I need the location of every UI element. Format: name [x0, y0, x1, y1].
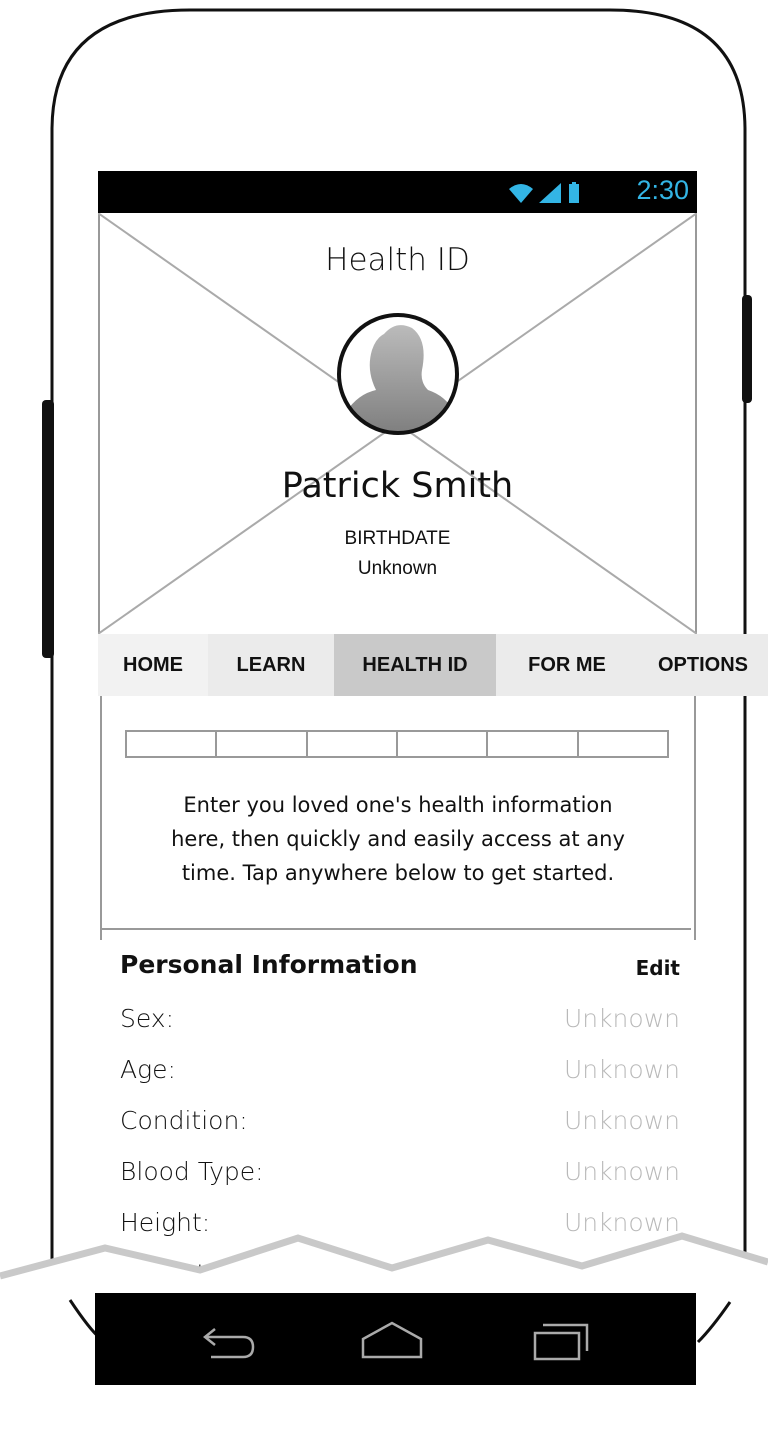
- battery-icon: [569, 182, 579, 203]
- back-icon[interactable]: [193, 1311, 263, 1367]
- content-border: [694, 696, 696, 940]
- info-label: Sex:: [120, 1004, 175, 1033]
- info-label: Age:: [120, 1055, 176, 1084]
- tab-bar: HOME LEARN HEALTH ID FOR ME OPTIONS: [98, 634, 768, 696]
- progress-segments: [125, 730, 669, 758]
- progress-segment[interactable]: [579, 732, 667, 756]
- info-value: Unknown: [563, 1157, 680, 1186]
- section-title: Personal Information: [120, 950, 418, 979]
- info-value: Unknown: [563, 1055, 680, 1084]
- intro-line: time. Tap anywhere below to get started.: [181, 861, 615, 885]
- home-icon[interactable]: [357, 1311, 427, 1367]
- progress-segment[interactable]: [398, 732, 489, 756]
- intro-line: here, then quickly and easily access at …: [171, 827, 625, 851]
- tab-options[interactable]: OPTIONS: [638, 634, 768, 696]
- content-border: [100, 696, 102, 940]
- progress-segment[interactable]: [127, 732, 218, 756]
- progress-segment[interactable]: [308, 732, 398, 756]
- info-label: Condition:: [120, 1106, 248, 1135]
- info-row-age[interactable]: Age: Unknown: [120, 1055, 680, 1095]
- progress-segment[interactable]: [488, 732, 579, 756]
- recents-icon[interactable]: [525, 1311, 595, 1367]
- info-label: Blood Type:: [120, 1157, 264, 1186]
- avatar-placeholder-icon[interactable]: [336, 312, 460, 436]
- tab-for-me[interactable]: FOR ME: [496, 634, 638, 696]
- intro-line: Enter you loved one's health information: [183, 793, 613, 817]
- edit-button[interactable]: Edit: [590, 956, 680, 980]
- power-button: [742, 295, 752, 403]
- signal-icon: [539, 183, 561, 203]
- volume-button: [42, 400, 54, 658]
- intro-text: Enter you loved one's health information…: [118, 788, 678, 890]
- info-row-condition[interactable]: Condition: Unknown: [120, 1106, 680, 1146]
- info-row-blood-type[interactable]: Blood Type: Unknown: [120, 1157, 680, 1197]
- status-icons: [509, 182, 579, 203]
- user-name: Patrick Smith: [281, 466, 514, 506]
- status-bar: 2:30: [98, 171, 697, 213]
- info-row-sex[interactable]: Sex: Unknown: [120, 1004, 680, 1044]
- birthdate-label: BIRTHDATE: [344, 528, 451, 549]
- wifi-icon: [509, 184, 533, 203]
- tab-health-id[interactable]: HEALTH ID: [334, 634, 496, 696]
- divider: [102, 928, 691, 930]
- status-time: 2:30: [636, 175, 689, 205]
- birthdate-value: Unknown: [357, 558, 438, 579]
- info-value: Unknown: [563, 1106, 680, 1135]
- tab-home[interactable]: HOME: [98, 634, 208, 696]
- info-value: Unknown: [563, 1004, 680, 1033]
- page-title: Health ID: [325, 242, 470, 278]
- system-nav-bar: [95, 1293, 696, 1385]
- torn-edge-divider: [0, 1232, 768, 1298]
- progress-segment[interactable]: [217, 732, 308, 756]
- tab-learn[interactable]: LEARN: [208, 634, 334, 696]
